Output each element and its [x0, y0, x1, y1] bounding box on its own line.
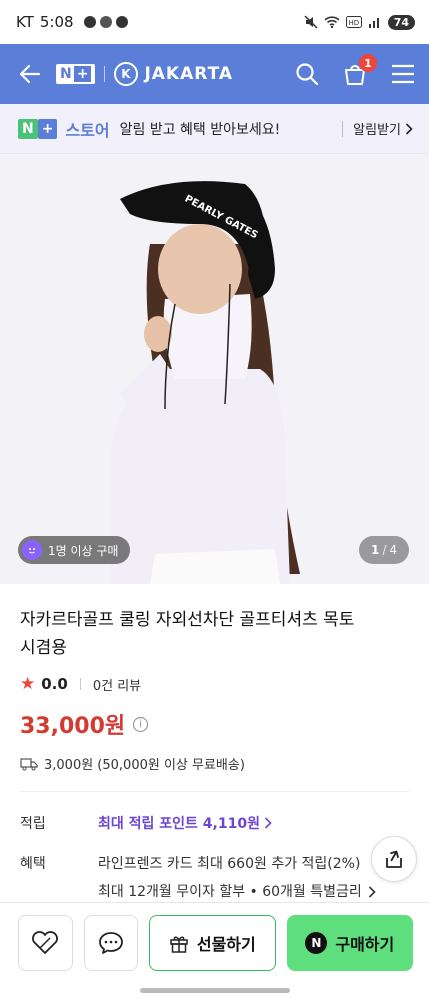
- store-name: JAKARTA: [144, 64, 234, 84]
- home-indicator[interactable]: [140, 988, 290, 993]
- gift-button-label: 선물하기: [196, 934, 256, 954]
- np-store-label: 스토어: [65, 120, 110, 140]
- wishlist-button[interactable]: [18, 914, 73, 971]
- image-counter-total: 4: [389, 543, 397, 557]
- product-image-carousel[interactable]: PEARLY GATES 1명 이상 구매 1 / 4: [0, 154, 429, 584]
- status-left: KT 5:08: [16, 13, 128, 31]
- naver-plus-badge: N +: [56, 64, 96, 84]
- notification-icons: [83, 16, 128, 28]
- share-button[interactable]: [371, 836, 417, 882]
- cart-count-badge: 1: [359, 54, 377, 72]
- np-store-n: N: [18, 118, 38, 139]
- star-icon: ★: [20, 674, 36, 694]
- mute-icon: [304, 15, 318, 29]
- benefit-line: 라인프렌즈 카드 최대 660원 추가 적립(2%): [98, 856, 361, 872]
- talk-notification-icon: [83, 16, 96, 28]
- hamburger-menu-icon: [392, 64, 414, 84]
- chevron-right-icon: [264, 817, 272, 829]
- search-icon: [296, 63, 319, 86]
- points-row[interactable]: 적립 최대 적립 포인트 4,110원: [20, 813, 272, 833]
- np-store-plus: +: [37, 118, 58, 139]
- chevron-right-icon: [405, 122, 413, 135]
- price-row: 33,000원 i: [20, 708, 409, 740]
- section-divider: [20, 791, 409, 792]
- purchase-count-badge: 1명 이상 구매: [18, 536, 131, 564]
- points-value[interactable]: 최대 적립 포인트 4,110원: [98, 813, 272, 833]
- chat-inquiry-button[interactable]: [83, 914, 139, 971]
- buy-button[interactable]: N 구매하기: [286, 914, 414, 971]
- delivery-truck-icon: [20, 757, 38, 770]
- header-actions: 1: [293, 54, 417, 88]
- wifi-icon: [324, 16, 340, 29]
- product-photo: PEARLY GATES: [0, 154, 429, 584]
- hd-icon: HD: [345, 16, 362, 28]
- back-button[interactable]: [16, 60, 44, 88]
- review-count[interactable]: 0건 리뷰: [93, 675, 141, 694]
- image-counter-current: 1: [370, 543, 380, 557]
- purchase-count-text: 1명 이상 구매: [48, 543, 119, 558]
- rating-value: 0.0: [41, 675, 68, 693]
- chevron-right-icon: [368, 886, 376, 898]
- shipping-row: 3,000원 (50,000원 이상 무료배송): [20, 754, 409, 773]
- clock: 5:08: [39, 13, 74, 31]
- naver-plus-logo[interactable]: N +: [56, 64, 96, 84]
- app-header: N + K JAKARTA 1: [0, 44, 429, 104]
- status-bar: KT 5:08 HD 74: [0, 0, 429, 44]
- naver-plus-store-logo: N + 스토어: [18, 117, 110, 141]
- benefits-row[interactable]: 혜택 라인프렌즈 카드 최대 660원 추가 적립(2%) 최대 12개월 무이…: [20, 850, 376, 906]
- np-n: N: [60, 66, 72, 82]
- svg-text:HD: HD: [348, 19, 359, 27]
- image-counter-sep: /: [382, 543, 387, 557]
- subscribe-alerts-label: 알림받기: [353, 123, 401, 138]
- heart-icon: [32, 930, 59, 954]
- product-title: 자카르타골프 쿨링 자외선차단 골프티셔츠 목토시겸용: [20, 610, 355, 658]
- gift-button[interactable]: 선물하기: [149, 914, 276, 971]
- image-counter: 1 / 4: [358, 536, 409, 564]
- snapchat-notification-icon: [99, 16, 112, 28]
- chat-bubble-icon: [98, 931, 123, 954]
- buy-button-label: 구매하기: [335, 934, 395, 954]
- gift-icon: [170, 936, 188, 953]
- bottom-action-bar: 선물하기 N 구매하기: [0, 902, 429, 982]
- rating-separator: [79, 678, 81, 690]
- promo-divider: [342, 120, 344, 137]
- cart-button[interactable]: 1: [341, 54, 377, 88]
- shipping-text: 3,000원 (50,000원 이상 무료배송): [44, 758, 245, 773]
- store-logo[interactable]: K JAKARTA: [114, 62, 233, 86]
- buyer-face-icon: [22, 540, 42, 560]
- menu-button[interactable]: [389, 60, 417, 88]
- np-plus: +: [73, 66, 92, 82]
- benefits-label: 혜택: [20, 856, 46, 872]
- product-info: 자카르타골프 쿨링 자외선차단 골프티셔츠 목토시겸용 ★ 0.0 0건 리뷰 …: [0, 584, 429, 773]
- status-right: HD 74: [304, 14, 415, 30]
- naver-pay-icon: N: [305, 931, 328, 954]
- promo-message: 알림 받고 혜택 받아보세요!: [119, 121, 281, 138]
- battery-indicator: 74: [387, 14, 415, 30]
- carrier: KT: [16, 13, 34, 31]
- points-label: 적립: [20, 816, 46, 832]
- subscribe-alerts-button[interactable]: 알림받기: [353, 119, 413, 138]
- arrow-left-icon: [19, 64, 41, 84]
- share-icon: [386, 850, 402, 868]
- points-value-text: 최대 적립 포인트 4,110원: [98, 816, 260, 832]
- product-price: 33,000원: [20, 714, 126, 739]
- store-logo-icon: K: [114, 62, 139, 86]
- header-divider: [104, 66, 106, 82]
- search-button[interactable]: [293, 60, 321, 88]
- notification-promo-bar: N + 스토어 알림 받고 혜택 받아보세요! 알림받기: [0, 104, 429, 154]
- signal-icon: [368, 18, 379, 28]
- price-info-icon[interactable]: i: [133, 716, 149, 732]
- benefits-list: 라인프렌즈 카드 최대 660원 추가 적립(2%) 최대 12개월 무이자 할…: [98, 850, 376, 906]
- chat-notification-icon: [115, 16, 128, 28]
- rating-row[interactable]: ★ 0.0 0건 리뷰: [20, 674, 409, 694]
